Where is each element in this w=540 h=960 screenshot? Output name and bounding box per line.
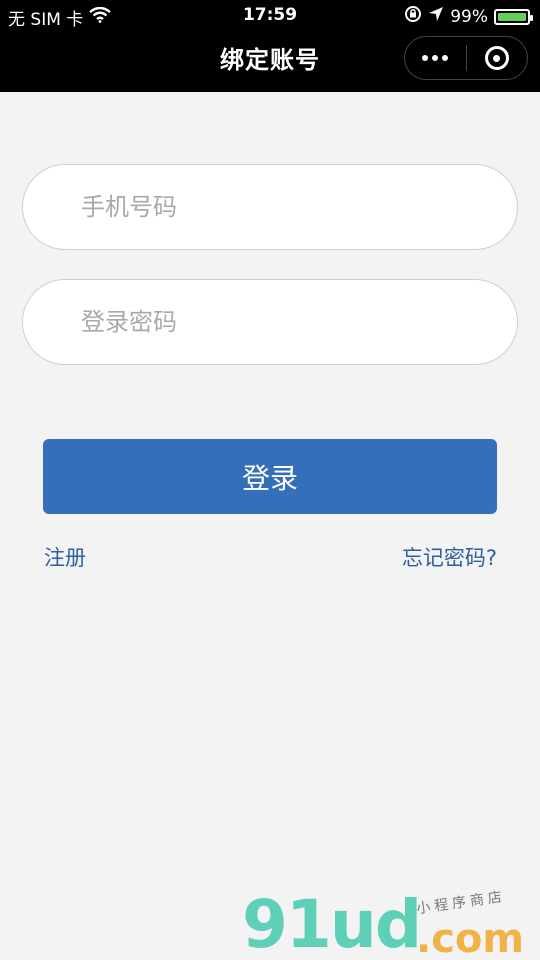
status-right: 99% bbox=[404, 5, 533, 28]
top-bar: 无 SIM 卡 17:59 99% 绑定账号 bbox=[0, 0, 540, 92]
phone-input[interactable] bbox=[23, 165, 517, 249]
target-circle-icon[interactable] bbox=[466, 36, 527, 80]
password-input[interactable] bbox=[23, 280, 517, 364]
location-icon bbox=[428, 6, 444, 27]
watermark-main: 91ud bbox=[242, 886, 422, 960]
mini-program-capsule bbox=[404, 36, 528, 80]
watermark-subtitle: 小程序商店 bbox=[415, 888, 507, 918]
watermark-domain: .com bbox=[416, 916, 525, 960]
battery-percent: 99% bbox=[450, 6, 488, 27]
lock-rotation-icon bbox=[404, 5, 422, 28]
register-link[interactable]: 注册 bbox=[44, 542, 86, 572]
phone-field bbox=[22, 164, 518, 250]
forgot-password-link[interactable]: 忘记密码? bbox=[402, 542, 497, 572]
password-field bbox=[22, 279, 518, 365]
battery-icon bbox=[494, 8, 533, 25]
login-button[interactable]: 登录 bbox=[43, 439, 497, 514]
watermark-logo: 91ud 小程序商店 .com bbox=[238, 880, 538, 960]
more-dots-icon[interactable] bbox=[405, 36, 466, 80]
battery-fill bbox=[498, 12, 526, 21]
status-bar: 无 SIM 卡 17:59 99% bbox=[0, 0, 540, 32]
